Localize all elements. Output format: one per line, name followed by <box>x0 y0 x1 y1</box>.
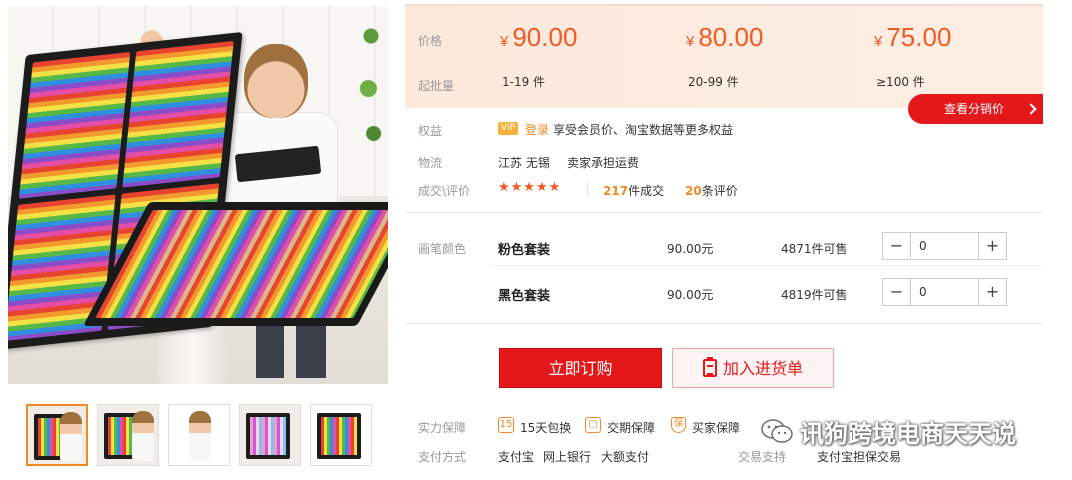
sku-stock: 4819件可售 <box>781 288 848 302</box>
photo-pens <box>95 210 388 318</box>
price-tier-3: ¥75.00 <box>874 22 952 52</box>
watermark-text: 讯狗跨境电商天天说 <box>800 420 1016 448</box>
thumbnail-5[interactable] <box>310 404 372 466</box>
guarantee-label: 实力保障 <box>418 421 467 435</box>
main-product-photo[interactable] <box>8 6 388 384</box>
quantity-stepper: − 0 + <box>882 232 1007 260</box>
product-page: 价格 起批量 ¥90.00 ¥80.00 ¥75.00 1-19 件 20-99… <box>0 0 1072 480</box>
guarantee-item[interactable]: 15天包换 <box>520 419 571 436</box>
decrease-button[interactable]: − <box>883 233 910 259</box>
qty-tier-3: ≥100 件 <box>876 75 925 89</box>
buyer-protection-icon: 保 <box>671 417 686 433</box>
shipping-fee: 卖家承担运费 <box>567 156 640 170</box>
thumbnail-3[interactable] <box>168 404 230 466</box>
sku-price: 90.00元 <box>667 242 714 256</box>
benefits-text: 享受会员价、淘宝数据等更多权益 <box>553 123 734 137</box>
separator <box>587 182 588 196</box>
payment-method: 大额支付 <box>601 450 650 464</box>
deals-reviews-label: 成交\评价 <box>418 184 471 198</box>
delivery-guarantee-icon: ▢ <box>585 417 601 433</box>
logistics-label: 物流 <box>418 156 443 170</box>
wechat-icon <box>761 419 793 443</box>
increase-button[interactable]: + <box>979 233 1006 259</box>
login-link[interactable]: 登录 <box>525 121 549 138</box>
price-label: 价格 <box>418 34 443 48</box>
photo-pens <box>18 52 131 199</box>
vip-badge: VIP <box>498 122 519 135</box>
quantity-input[interactable]: 0 <box>910 279 979 305</box>
ship-origin: 江苏 无锡 <box>498 156 550 170</box>
divider <box>490 265 1043 266</box>
15-day-return-icon: 15 <box>498 417 514 433</box>
divider <box>405 323 1043 324</box>
sku-name: 粉色套装 <box>498 243 551 258</box>
sku-name: 黑色套装 <box>498 289 551 304</box>
sku-stock: 4871件可售 <box>781 242 848 256</box>
benefits-label: 权益 <box>418 124 443 138</box>
clipboard-icon <box>702 357 717 377</box>
rating-stars-icon: ★★★★★ <box>498 180 562 195</box>
price-tier-2: ¥80.00 <box>686 22 764 52</box>
decrease-button[interactable]: − <box>883 279 910 305</box>
guarantee-item[interactable]: 买家保障 <box>692 419 740 436</box>
buy-now-button[interactable]: 立即订购 <box>499 348 662 388</box>
price-tier-1: ¥90.00 <box>500 22 578 52</box>
sku-label: 画笔颜色 <box>418 242 467 256</box>
thumbnail-2[interactable] <box>97 404 159 466</box>
price-box <box>405 4 1043 108</box>
payment-method: 支付宝 <box>498 450 535 464</box>
guarantee-item[interactable]: 交期保障 <box>607 419 655 436</box>
photo-pens <box>122 40 234 188</box>
increase-button[interactable]: + <box>979 279 1006 305</box>
thumbnail-1[interactable] <box>26 404 88 466</box>
quantity-stepper: − 0 + <box>882 278 1007 306</box>
view-distributor-price-button[interactable]: 查看分销价 <box>908 94 1043 124</box>
sku-price: 90.00元 <box>667 288 714 302</box>
photo-child-head <box>244 44 308 118</box>
deals-count[interactable]: 217件成交 <box>603 182 664 199</box>
add-to-purchase-list-button[interactable]: 加入进货单 <box>672 348 834 388</box>
thumbnail-4[interactable] <box>239 404 301 466</box>
divider <box>405 212 1043 213</box>
trade-support-value: 支付宝担保交易 <box>817 450 902 464</box>
reviews-count[interactable]: 20条评价 <box>685 182 738 199</box>
trade-support-label: 交易支持 <box>738 450 787 464</box>
quantity-input[interactable]: 0 <box>910 233 979 259</box>
qty-tier-1: 1-19 件 <box>502 75 546 89</box>
photo-plant <box>358 6 384 156</box>
payment-label: 支付方式 <box>418 450 467 464</box>
qty-tier-2: 20-99 件 <box>688 75 739 89</box>
moq-label: 起批量 <box>418 79 455 93</box>
payment-method: 网上银行 <box>543 450 592 464</box>
thumbnail-strip <box>26 404 372 466</box>
